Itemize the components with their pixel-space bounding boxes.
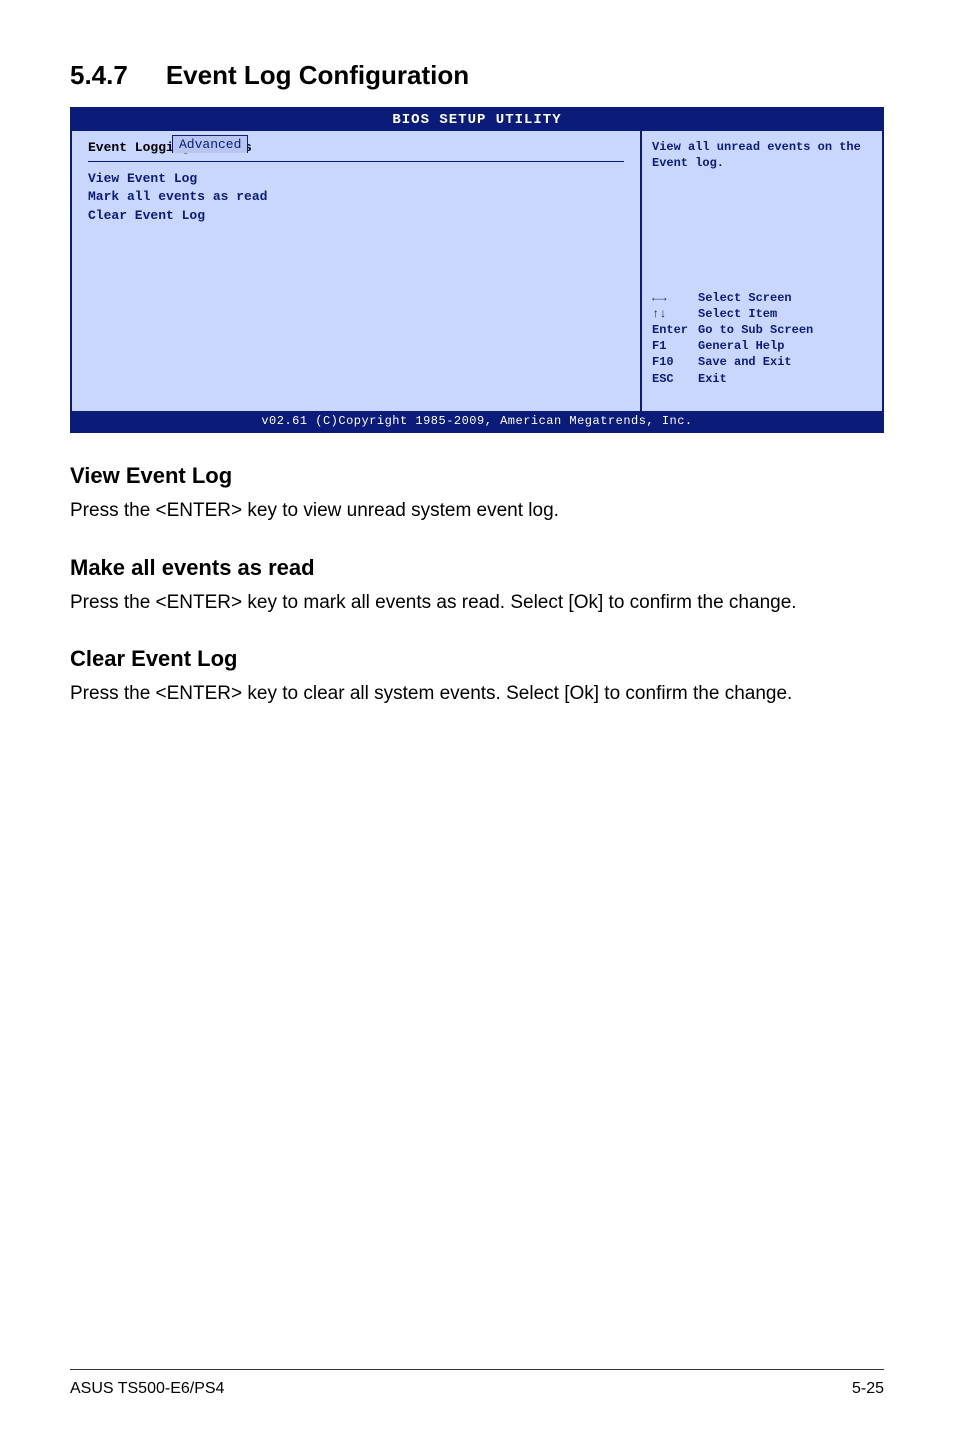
bios-right-panel: View all unread events on the Event log.… [640,131,882,411]
key-arrows-ud: ↑↓ [652,306,698,322]
key-f1: F1 [652,338,698,354]
key-esc-label: Exit [698,372,727,386]
sub-view-body: Press the <ENTER> key to view unread sys… [70,497,884,525]
sub-view-title: View Event Log [70,463,884,489]
bios-menu-view: View Event Log [88,170,624,188]
bios-help-text: View all unread events on the Event log. [652,139,872,171]
key-esc: ESC [652,371,698,387]
bios-left-panel: Event Logging details View Event Log Mar… [72,131,640,411]
footer-product: ASUS TS500-E6/PS4 [70,1380,224,1398]
bios-panel-title: Event Logging details [88,139,624,157]
key-f1-label: General Help [698,339,784,353]
key-f10: F10 [652,354,698,370]
key-arrows-lr: ←→ [652,290,698,306]
bios-utility-title: BIOS SETUP UTILITY [72,112,882,128]
bios-screenshot: BIOS SETUP UTILITY Advanced Event Loggin… [70,107,884,433]
key-f10-label: Save and Exit [698,355,792,369]
section-title: Event Log Configuration [166,60,469,90]
sub-clear-title: Clear Event Log [70,646,884,672]
section-number: 5.4.7 [70,60,128,90]
key-enter-label: Go to Sub Screen [698,323,813,337]
sub-make-title: Make all events as read [70,555,884,581]
footer-page-number: 5-25 [852,1380,884,1398]
bios-divider [88,161,624,162]
bios-key-hints: ←→Select Screen ↑↓Select Item EnterGo to… [652,274,872,404]
key-arrows-lr-label: Select Screen [698,291,792,305]
bios-tab-advanced: Advanced [172,135,248,153]
key-enter: Enter [652,322,698,338]
bios-footer: v02.61 (C)Copyright 1985-2009, American … [72,411,882,431]
bios-menu-mark: Mark all events as read [88,188,624,206]
section-heading: 5.4.7 Event Log Configuration [70,60,884,91]
key-arrows-ud-label: Select Item [698,307,777,321]
page-footer: ASUS TS500-E6/PS4 5-25 [70,1369,884,1398]
bios-titlebar: BIOS SETUP UTILITY [72,109,882,131]
bios-menu-clear: Clear Event Log [88,207,624,225]
sub-make-body: Press the <ENTER> key to mark all events… [70,589,884,617]
sub-clear-body: Press the <ENTER> key to clear all syste… [70,680,884,708]
